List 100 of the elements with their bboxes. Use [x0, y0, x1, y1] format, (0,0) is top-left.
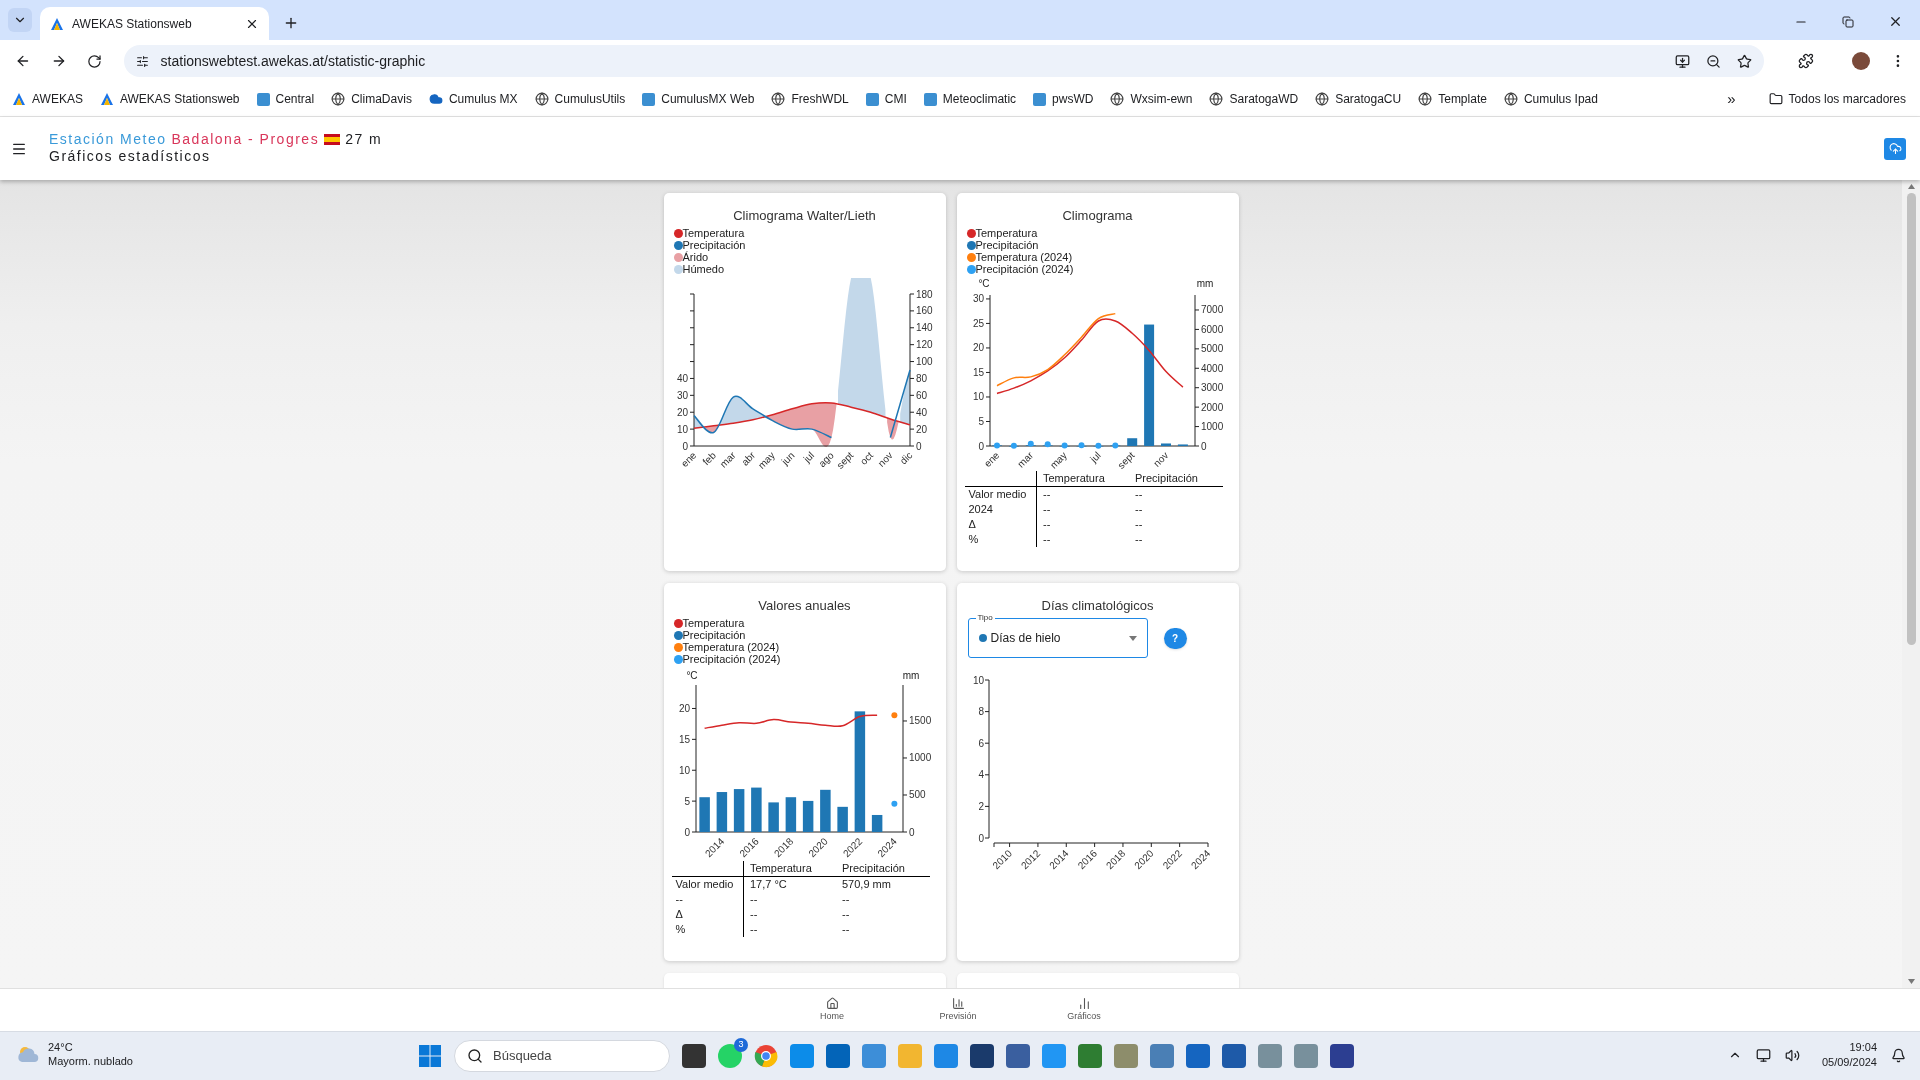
more-bookmarks[interactable]: » — [1727, 87, 1736, 111]
bookmark[interactable]: Meteoclimatic — [923, 90, 1017, 108]
address-bar[interactable]: stationswebtest.awekas.at/statistic-graphic — [123, 45, 1765, 77]
bookmark[interactable]: CMI — [865, 90, 907, 108]
tick-label: 7000 — [1200, 304, 1223, 316]
app-icon[interactable] — [1006, 1044, 1030, 1068]
new-tab-icon[interactable] — [283, 15, 299, 31]
notification-icon[interactable] — [1891, 1047, 1906, 1063]
tick-label: 6 — [977, 737, 984, 749]
table-cell: -- — [1135, 533, 1143, 545]
table-cell: -- — [750, 893, 758, 905]
app-icon[interactable] — [970, 1044, 994, 1068]
all-bookmarks[interactable]: Todos los marcadores — [1768, 90, 1906, 108]
tick-label: feb — [699, 449, 718, 468]
table-cell: -- — [750, 908, 758, 920]
browser-tab[interactable]: AWEKAS Stationsweb — [40, 7, 269, 40]
tick-label: jun — [778, 449, 797, 467]
app-icon[interactable] — [826, 1044, 850, 1068]
table-cell: -- — [1135, 488, 1143, 500]
scrollbar[interactable] — [1902, 180, 1920, 988]
logo-icon — [50, 16, 64, 31]
nav-item[interactable]: Gráficos — [1065, 989, 1103, 1031]
bookmark[interactable]: Wxsim-ewn — [1110, 90, 1193, 108]
scroll-down-icon[interactable] — [1907, 979, 1915, 984]
legend-label: Temperatura — [682, 617, 745, 629]
bookmark[interactable]: Cumulus Ipad — [1503, 90, 1598, 108]
globe-icon — [1503, 92, 1518, 106]
tick-label: 10 — [972, 674, 984, 686]
app-icon[interactable] — [1078, 1044, 1102, 1068]
extensions-icon[interactable] — [1798, 53, 1815, 69]
row-label: Valor medio — [968, 488, 1027, 500]
app-icon[interactable] — [682, 1044, 706, 1068]
tab-list-button[interactable] — [8, 8, 32, 32]
cloud-upload-icon[interactable] — [1888, 142, 1902, 155]
help-button[interactable]: ? — [1163, 627, 1187, 649]
upload-button[interactable] — [1884, 137, 1906, 160]
scroll-up-icon[interactable] — [1907, 184, 1915, 189]
site-settings-icon[interactable] — [135, 54, 149, 68]
column-header: Temperatura — [750, 862, 812, 874]
start-icon[interactable] — [418, 1044, 442, 1068]
search-field[interactable]: Búsqueda — [454, 1040, 670, 1072]
restore-icon[interactable] — [1842, 15, 1854, 28]
tick-label: 30 — [676, 389, 688, 401]
avatar-icon[interactable] — [1852, 52, 1871, 70]
tick-label: nov — [875, 449, 895, 469]
page-subtitle: Gráficos estadísticos — [49, 147, 212, 165]
table-cell: 570,9 mm — [842, 878, 891, 890]
bookmark[interactable]: Template — [1418, 90, 1487, 108]
app-icon[interactable] — [1222, 1044, 1246, 1068]
star-icon[interactable] — [1737, 53, 1753, 69]
column-header: Precipitación — [1135, 472, 1198, 484]
chart-icon — [951, 996, 965, 1010]
tick-label: 500 — [908, 789, 926, 801]
bookmark[interactable]: AWEKAS — [12, 90, 83, 108]
card-title: Climograma Walter/Lieth — [733, 208, 876, 223]
bookmark[interactable]: AWEKAS Stationsweb — [99, 90, 240, 108]
weather-icon — [16, 1044, 40, 1064]
tick-label: 140 — [915, 322, 933, 334]
close-icon[interactable] — [1888, 14, 1903, 29]
tick-label: jul — [800, 449, 816, 465]
volume-icon[interactable] — [1784, 1047, 1800, 1063]
tick-label: 15 — [678, 733, 690, 745]
nav-item[interactable]: Previsión — [939, 989, 977, 1031]
reload-icon[interactable] — [86, 53, 102, 69]
clock-date: 05/09/2024 — [1821, 1055, 1877, 1070]
site-icon — [1033, 92, 1047, 106]
app-icon[interactable] — [1186, 1044, 1210, 1068]
tick-label: 10 — [676, 423, 688, 435]
bookmark[interactable]: CumulusUtils — [534, 90, 626, 108]
tick-label: 180 — [915, 288, 933, 300]
back-icon[interactable] — [15, 53, 31, 69]
tick-label: 8 — [977, 706, 984, 718]
tick-label: 60 — [915, 389, 927, 401]
browser-icon[interactable] — [754, 1044, 778, 1068]
bookmark[interactable]: SaratogaCU — [1315, 90, 1402, 108]
tick-label: 20 — [972, 342, 984, 354]
globe-icon — [1110, 92, 1125, 106]
bookmark[interactable]: Central — [256, 90, 315, 108]
bookmark[interactable]: FreshWDL — [771, 90, 849, 108]
bookmark[interactable]: Cumulus MX — [428, 90, 518, 108]
nav-item[interactable]: Home — [813, 989, 851, 1031]
flag-icon — [324, 133, 341, 145]
bookmark[interactable]: CumulusMX Web — [642, 90, 755, 108]
row-label: -- — [675, 893, 683, 905]
tick-label: 3000 — [1200, 382, 1223, 394]
network-icon[interactable] — [1755, 1047, 1771, 1063]
zoom-icon[interactable] — [1706, 53, 1722, 69]
tick-label: 5000 — [1200, 343, 1223, 355]
bookmark[interactable]: pwsWD — [1033, 90, 1094, 108]
bookmark[interactable]: SaratogaWD — [1209, 90, 1299, 108]
bookmark[interactable]: ClimaDavis — [331, 90, 412, 108]
search-icon — [467, 1048, 483, 1064]
tick-label: 80 — [915, 372, 927, 384]
tick-label: 120 — [915, 339, 933, 351]
app-icon[interactable] — [1330, 1044, 1354, 1068]
row-label: 2024 — [968, 503, 993, 515]
weather-temperature: 24°C — [48, 1040, 74, 1054]
legend-label: Precipitación — [682, 629, 746, 641]
legend-label: Precipitación — [975, 239, 1039, 251]
install-icon[interactable] — [1675, 53, 1691, 69]
